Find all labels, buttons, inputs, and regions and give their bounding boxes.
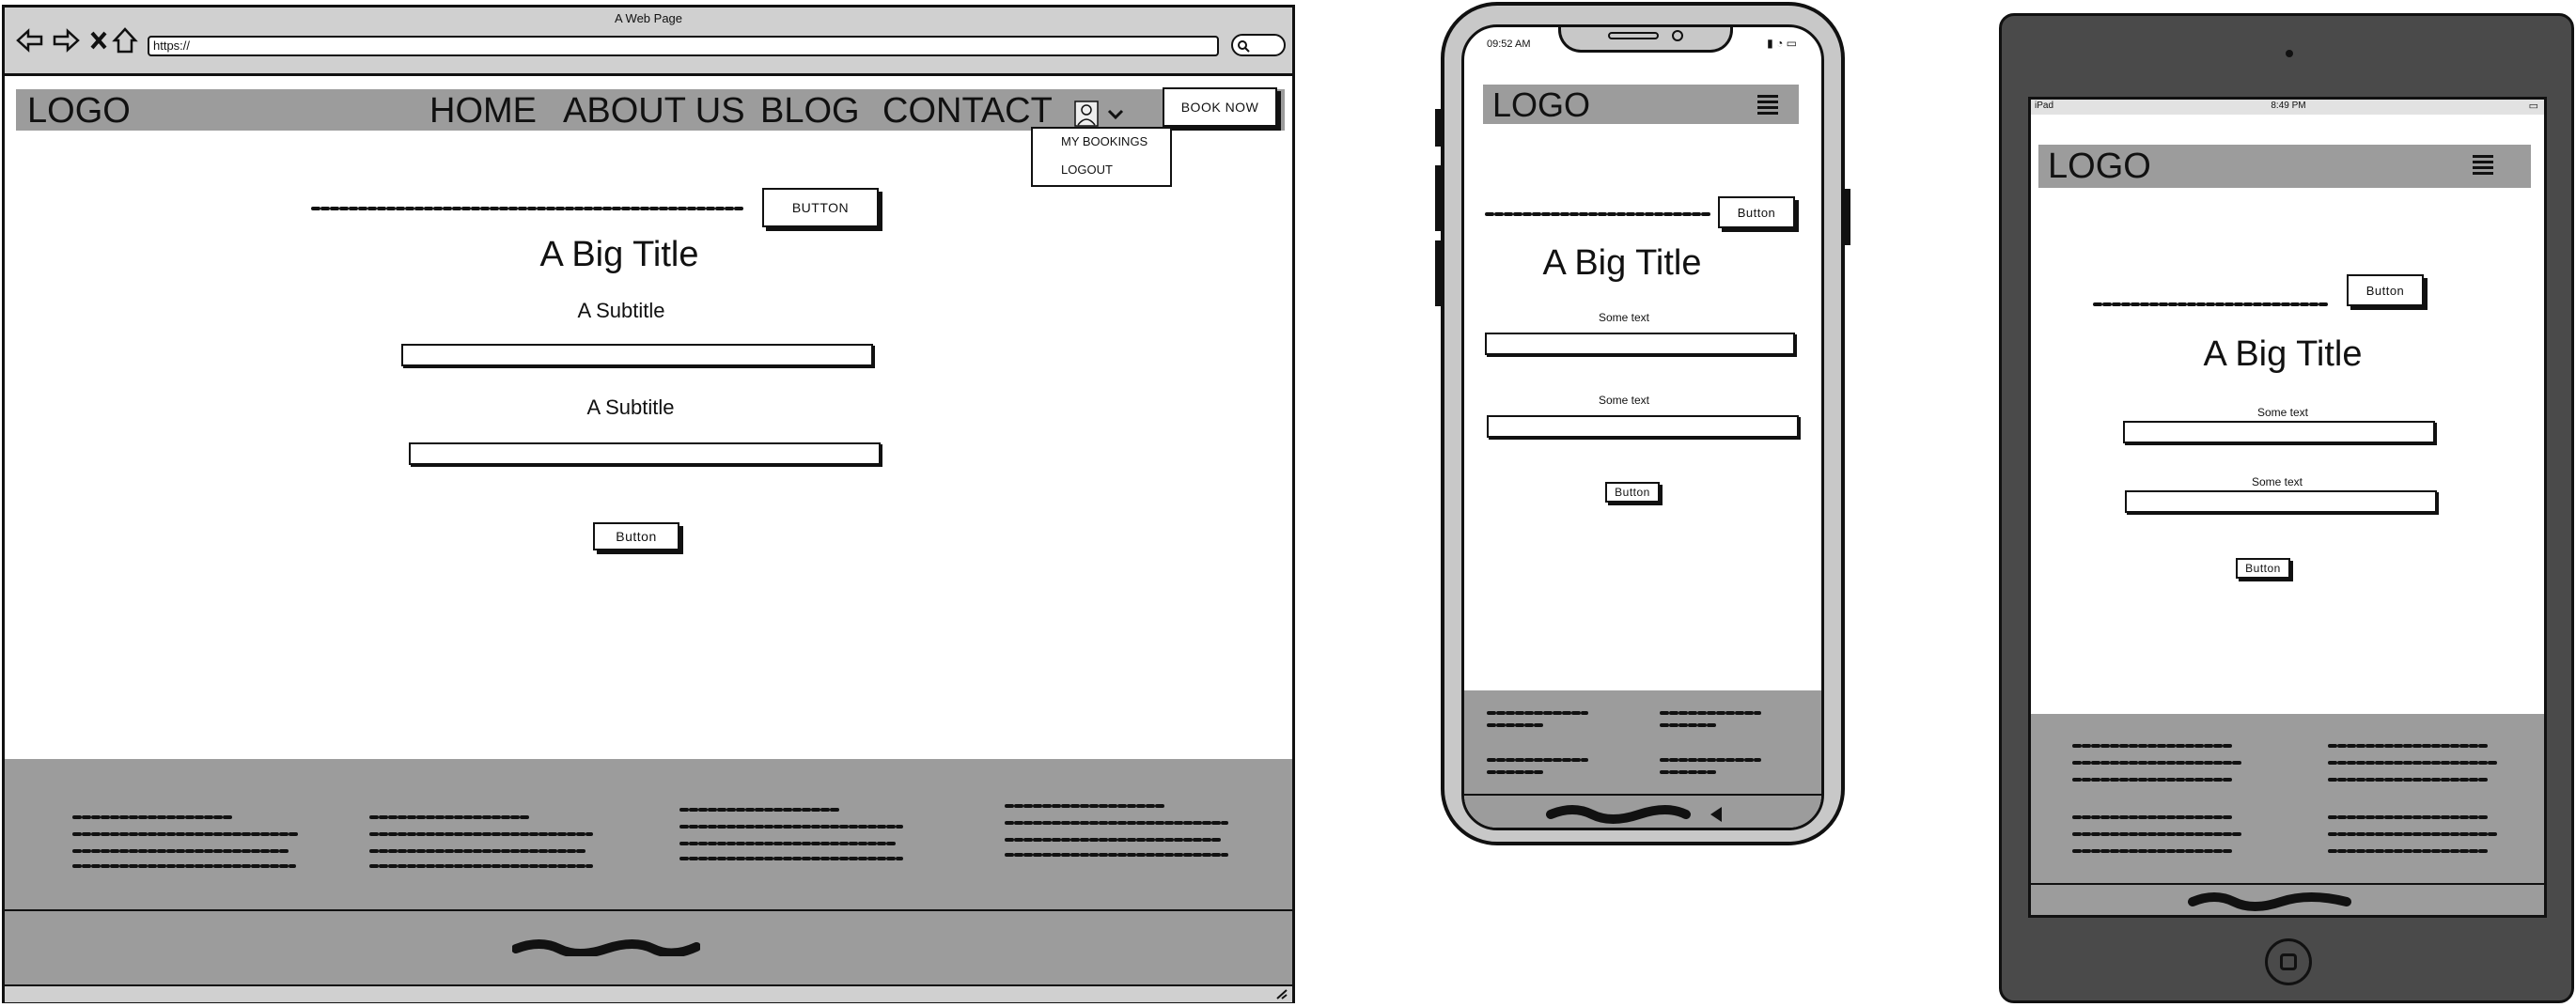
phone-camera: [1672, 30, 1683, 41]
tablet-status-bar: iPad 8:49 PM ▭: [2031, 100, 2544, 115]
text-input-1[interactable]: [401, 344, 873, 366]
text-input-2[interactable]: [409, 442, 881, 465]
phone-screen: 09:52 AM ▮ ◔ ▭ LOGO Button A Big Title S…: [1461, 24, 1824, 830]
footer-divider: [5, 909, 1292, 911]
address-bar[interactable]: https://: [148, 36, 1219, 56]
home-icon[interactable]: [112, 26, 138, 54]
back-icon[interactable]: [16, 28, 44, 53]
account-dropdown: MY BOOKINGS LOGOUT: [1031, 127, 1172, 187]
phone-power-button: [1843, 189, 1850, 245]
phone-submit-button[interactable]: Button: [1605, 482, 1660, 503]
footer-column-1-text: [72, 815, 298, 868]
chevron-down-icon[interactable]: [1106, 108, 1125, 121]
page-title: A Big Title: [539, 235, 699, 274]
tablet-label-1: Some text: [2256, 406, 2309, 419]
submit-button[interactable]: Button: [593, 522, 679, 550]
phone-text-input-1[interactable]: [1485, 333, 1795, 355]
phone-page-title: A Big Title: [1542, 243, 1702, 283]
phone-status-time: 09:52 AM: [1487, 39, 1531, 50]
phone-device: 09:52 AM ▮ ◔ ▭ LOGO Button A Big Title S…: [1435, 2, 1850, 845]
tablet-footer: [2031, 714, 2544, 915]
search-field[interactable]: [1231, 34, 1286, 56]
nav-home[interactable]: HOME: [429, 91, 537, 132]
tablet-status-time: 8:49 PM: [2271, 101, 2306, 111]
nav-bar: LOGO HOME ABOUT US BLOG CONTACT: [16, 89, 1285, 131]
nav-blog[interactable]: BLOG: [760, 91, 860, 132]
dropdown-logout[interactable]: LOGOUT: [1061, 163, 1113, 177]
phone-label-1: Some text: [1598, 311, 1650, 324]
tablet-text-input-2[interactable]: [2125, 490, 2437, 513]
tablet-camera: [2286, 50, 2293, 57]
tablet-submit-button[interactable]: Button: [2236, 558, 2290, 579]
resize-handle-icon[interactable]: [1275, 988, 1288, 999]
phone-side-button: [1435, 240, 1443, 306]
phone-footer: [1464, 690, 1821, 828]
tablet-battery-icon: ▭: [2528, 101, 2538, 112]
book-now-button[interactable]: BOOK NOW: [1163, 87, 1277, 127]
footer-column-4-text: [1005, 804, 1228, 857]
phone-footer-text-3: [1487, 758, 1588, 774]
footer: [5, 759, 1292, 984]
phone-footer-text-4: [1660, 758, 1761, 774]
tablet-home-button-square: [2280, 953, 2297, 970]
tablet-footer-text-3: [2072, 815, 2241, 853]
phone-label-2: Some text: [1598, 394, 1650, 407]
tablet-hamburger-menu-icon[interactable]: [2473, 152, 2493, 178]
tablet-footer-text-2: [2328, 744, 2497, 782]
address-bar-url: https://: [153, 39, 191, 53]
tablet-hero-placeholder-text: [2093, 302, 2328, 306]
footer-column-2-text: [369, 815, 593, 868]
phone-speaker: [1608, 32, 1659, 39]
footer-copyright-text: [512, 939, 700, 956]
hero-button[interactable]: BUTTON: [762, 188, 879, 227]
forward-icon[interactable]: [52, 28, 80, 53]
phone-side-button: [1435, 165, 1443, 231]
tablet-label-2: Some text: [2251, 475, 2303, 488]
phone-footer-divider: [1464, 794, 1821, 796]
phone-footer-text-2: [1660, 711, 1761, 727]
subtitle-2: A Subtitle: [586, 395, 675, 419]
subtitle-1: A Subtitle: [577, 299, 665, 322]
hamburger-menu-icon[interactable]: [1757, 92, 1778, 117]
phone-hero-placeholder-text: [1485, 212, 1710, 216]
phone-side-button: [1435, 109, 1443, 147]
tablet-device: iPad 8:49 PM ▭ LOGO Button A Big Title S…: [1999, 13, 2574, 1003]
phone-footer-copyright: [1546, 805, 1722, 824]
tablet-footer-divider: [2031, 883, 2544, 885]
dropdown-my-bookings[interactable]: MY BOOKINGS: [1061, 134, 1147, 148]
user-avatar-icon[interactable]: [1074, 101, 1099, 127]
tablet-page-title: A Big Title: [2203, 334, 2363, 374]
tablet-nav-bar: LOGO: [2038, 145, 2531, 188]
tablet-screen: iPad 8:49 PM ▭ LOGO Button A Big Title S…: [2028, 97, 2547, 918]
phone-hero-button[interactable]: Button: [1718, 196, 1795, 228]
tablet-carrier: iPad: [2035, 101, 2054, 111]
tablet-text-input-1[interactable]: [2123, 421, 2435, 443]
search-icon: [1238, 40, 1250, 53]
phone-logo[interactable]: LOGO: [1492, 85, 1590, 125]
tablet-logo[interactable]: LOGO: [2048, 147, 2151, 187]
phone-notch: [1558, 27, 1733, 53]
browser-status-bar: [5, 984, 1292, 1002]
desktop-browser-window: A Web Page https:// LOGO HOME ABOUT US B…: [2, 5, 1295, 1003]
tablet-footer-copyright: [2188, 892, 2351, 911]
phone-footer-text-1: [1487, 711, 1588, 727]
close-icon[interactable]: [89, 30, 108, 51]
tablet-home-button[interactable]: [2265, 938, 2312, 985]
hero-placeholder-text: [311, 207, 745, 210]
phone-text-input-2[interactable]: [1487, 415, 1799, 438]
tablet-footer-text-1: [2072, 744, 2241, 782]
footer-column-3-text: [679, 808, 903, 860]
browser-title-bar: A Web Page https://: [5, 8, 1292, 76]
tablet-hero-button[interactable]: Button: [2347, 274, 2424, 306]
nav-contact[interactable]: CONTACT: [882, 91, 1053, 132]
logo[interactable]: LOGO: [27, 91, 131, 132]
phone-status-icons: ▮ ◔ ▭: [1767, 37, 1797, 50]
tablet-footer-text-4: [2328, 815, 2497, 853]
window-title: A Web Page: [614, 11, 683, 25]
nav-about[interactable]: ABOUT US: [563, 91, 745, 132]
phone-nav-bar: LOGO: [1483, 85, 1799, 124]
